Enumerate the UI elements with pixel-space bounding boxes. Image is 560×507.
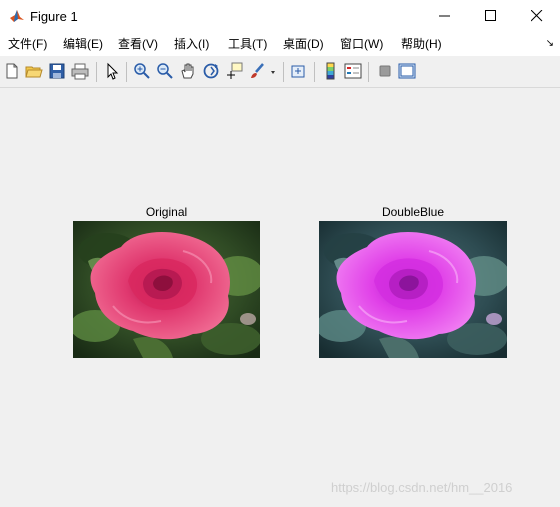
menu-bar: 文件(F) 编辑(E) 查看(V) 插入(I) 工具(T) 桌面(D) 窗口(W… <box>0 32 560 56</box>
colorbar-icon <box>326 62 335 80</box>
show-plot-tools-button[interactable] <box>398 62 416 80</box>
toolbar-separator <box>283 62 284 82</box>
folder-open-icon <box>25 66 43 78</box>
menu-insert[interactable]: 插入(I) <box>174 37 209 51</box>
data-cursor-button[interactable] <box>225 62 243 80</box>
close-icon <box>531 10 543 22</box>
brush-button[interactable] <box>248 62 266 80</box>
new-document-icon <box>6 63 18 79</box>
toolbar-separator <box>314 62 315 82</box>
close-button[interactable] <box>514 0 560 32</box>
watermark-text: https://blog.csdn.net/hm__2016 <box>331 480 513 495</box>
menu-edit[interactable]: 编辑(E) <box>63 37 103 51</box>
cursor-arrow-icon <box>107 62 119 80</box>
printer-icon <box>71 63 89 80</box>
hide-plot-tools-icon <box>379 65 391 77</box>
insert-colorbar-button[interactable] <box>322 62 340 80</box>
rose-image-original <box>73 221 260 358</box>
edit-plot-button[interactable] <box>103 62 121 80</box>
toolbar-separator <box>96 62 97 82</box>
maximize-icon <box>485 10 496 21</box>
zoom-out-button[interactable] <box>156 62 174 80</box>
legend-icon <box>344 63 362 79</box>
rose-image-doubleblue <box>319 221 507 358</box>
toolbar-separator <box>368 62 369 82</box>
brush-icon <box>251 63 264 78</box>
zoom-in-icon <box>134 63 150 79</box>
toolbar-separator <box>126 62 127 82</box>
link-plot-button[interactable] <box>290 62 308 80</box>
original-rose-image <box>73 221 260 358</box>
floppy-disk-icon <box>49 63 65 79</box>
link-plot-icon <box>291 65 305 78</box>
menu-view[interactable]: 查看(V) <box>118 37 158 51</box>
window-title: Figure 1 <box>30 9 78 24</box>
save-button[interactable] <box>48 62 66 80</box>
zoom-out-icon <box>157 63 173 79</box>
minimize-icon <box>439 15 450 17</box>
menu-desktop[interactable]: 桌面(D) <box>283 37 324 51</box>
data-cursor-icon <box>227 62 243 79</box>
insert-legend-button[interactable] <box>344 62 362 80</box>
hide-plot-tools-button[interactable] <box>376 62 394 80</box>
chevron-down-icon <box>271 71 275 74</box>
hand-pan-icon <box>181 63 194 79</box>
axes-title-doubleblue: DoubleBlue <box>381 205 445 219</box>
menu-help[interactable]: 帮助(H) <box>401 37 442 51</box>
axes-title-original: Original <box>145 205 188 219</box>
new-figure-button[interactable] <box>3 62 21 80</box>
dock-arrow-icon[interactable]: ↘ <box>546 38 554 49</box>
title-bar: Figure 1 <box>0 0 560 32</box>
print-button[interactable] <box>71 62 89 80</box>
menu-window[interactable]: 窗口(W) <box>340 37 383 51</box>
maximize-button[interactable] <box>468 0 514 32</box>
rotate-3d-button[interactable] <box>202 62 220 80</box>
minimize-button[interactable] <box>422 0 468 32</box>
matlab-logo-icon <box>9 8 25 24</box>
brush-dropdown[interactable] <box>268 62 278 80</box>
figure-toolbar <box>0 56 560 88</box>
menu-file[interactable]: 文件(F) <box>8 37 47 51</box>
open-file-button[interactable] <box>25 62 43 80</box>
pan-button[interactable] <box>179 62 197 80</box>
show-plot-tools-icon <box>398 63 416 79</box>
doubleblue-rose-image <box>319 221 507 358</box>
zoom-in-button[interactable] <box>133 62 151 80</box>
menu-tools[interactable]: 工具(T) <box>228 37 267 51</box>
rotate-3d-icon <box>203 63 219 79</box>
